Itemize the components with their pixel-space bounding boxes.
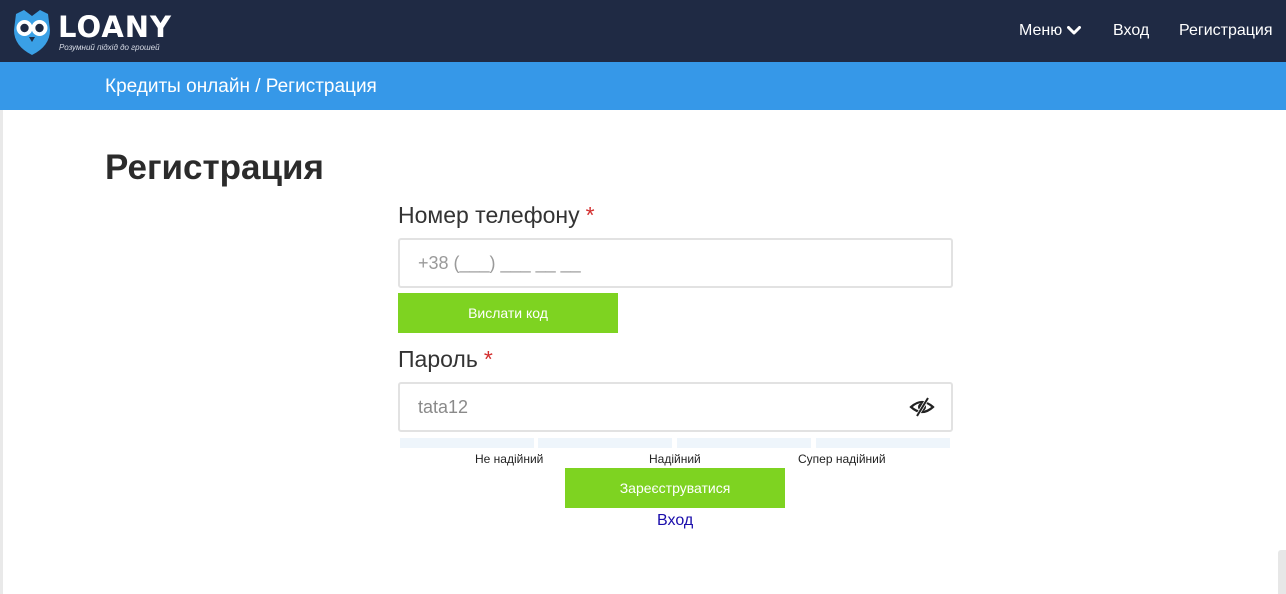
required-asterisk: * xyxy=(585,202,595,228)
password-input[interactable] xyxy=(418,384,898,430)
eye-slash-icon[interactable] xyxy=(909,396,935,418)
breadcrumb: Кредиты онлайн / Регистрация xyxy=(105,76,377,97)
phone-field[interactable] xyxy=(398,238,953,288)
logo-slogan: Розумний підхід до грошей xyxy=(59,43,160,52)
required-asterisk: * xyxy=(483,346,493,372)
page-title: Регистрация xyxy=(105,148,324,187)
password-label: Пароль * xyxy=(398,346,493,373)
phone-label-text: Номер телефону xyxy=(398,202,580,228)
strength-segment xyxy=(538,438,672,448)
strength-label-super: Супер надійний xyxy=(798,452,886,466)
nav-login-link[interactable]: Вход xyxy=(1113,22,1149,40)
password-field[interactable] xyxy=(398,382,953,432)
breadcrumb-bar: Кредиты онлайн / Регистрация xyxy=(0,62,1286,110)
strength-segment xyxy=(400,438,534,448)
phone-label: Номер телефону * xyxy=(398,202,595,229)
register-button[interactable]: Зареєструватися xyxy=(565,468,785,508)
strength-segment xyxy=(677,438,811,448)
send-code-button[interactable]: Вислати код xyxy=(398,293,618,333)
strength-label-strong: Надійний xyxy=(649,452,701,466)
phone-input[interactable] xyxy=(418,240,898,286)
nav-menu-dropdown[interactable]: Меню xyxy=(1019,22,1082,40)
nav-register-link[interactable]: Регистрация xyxy=(1179,22,1273,40)
owl-logo-icon xyxy=(14,10,50,55)
page-left-border xyxy=(0,110,3,594)
logo-wordmark: LOANY xyxy=(58,10,173,44)
strength-label-weak: Не надійний xyxy=(475,452,544,466)
top-navbar: LOANY Розумний підхід до грошей Меню Вхо… xyxy=(0,0,1286,62)
login-link[interactable]: Вход xyxy=(657,512,693,530)
strength-segment xyxy=(816,438,950,448)
chevron-down-icon xyxy=(1067,26,1082,35)
logo[interactable]: LOANY Розумний підхід до грошей xyxy=(12,8,182,58)
password-label-text: Пароль xyxy=(398,346,478,372)
nav-menu-label: Меню xyxy=(1019,22,1063,39)
recaptcha-badge-edge xyxy=(1278,550,1286,594)
